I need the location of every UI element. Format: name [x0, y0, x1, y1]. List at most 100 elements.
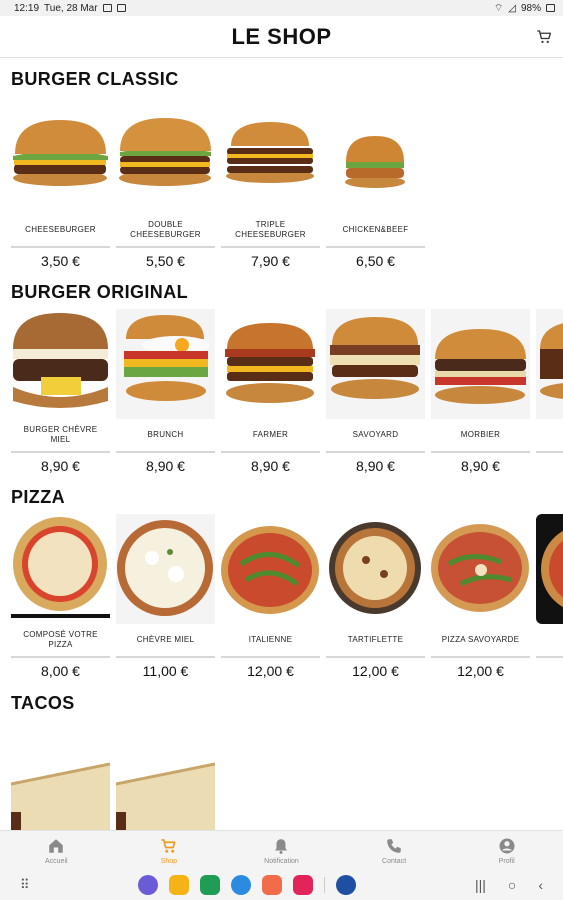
product-row[interactable]: BURGER CHÈVRE MIEL 8,90 € BRUNCH 8,90 € …	[11, 309, 563, 474]
nav-label: Notification	[264, 857, 299, 865]
product-card-double-cheeseburger[interactable]: DOUBLE CHEESEBURGER 5,50 €	[116, 104, 215, 269]
product-name: SAVOYARD	[352, 430, 399, 439]
product-card-triple-cheeseburger[interactable]: TRIPLE CHEESEBURGER 7,90 €	[221, 104, 320, 269]
folder-app-icon[interactable]	[168, 875, 189, 895]
cart-icon[interactable]	[535, 28, 553, 46]
product-image	[116, 309, 215, 419]
gallery-icon	[102, 4, 112, 12]
product-name: TARTIFLETTE	[347, 635, 404, 644]
status-time: 12:19	[14, 2, 40, 14]
product-image	[536, 309, 563, 419]
divider	[326, 451, 425, 453]
product-image	[326, 104, 425, 214]
product-price: 8,90 €	[251, 458, 290, 474]
product-image	[11, 309, 110, 419]
divider	[221, 656, 320, 658]
product-price: 12,00 €	[352, 663, 399, 679]
cart-icon	[161, 838, 176, 853]
user-icon	[499, 838, 515, 853]
product-card-farmer[interactable]: FARMER 8,90 €	[221, 309, 320, 474]
product-price: 8,90 €	[41, 458, 80, 474]
product-name: PIZZA SAVOYARDE	[441, 635, 520, 644]
system-navigation: ||| ○ ‹	[475, 877, 543, 893]
divider	[116, 451, 215, 453]
product-card-chicken-beef[interactable]: CHICKEN&BEEF 6,50 €	[326, 104, 425, 269]
product-image	[116, 724, 215, 830]
app-bar: LE SHOP	[0, 16, 563, 58]
section-title: BURGER ORIGINAL	[11, 282, 188, 302]
product-name: CHEESEBURGER	[25, 225, 96, 234]
product-card-tartiflette[interactable]: TARTIFLETTE 12,00 €	[326, 514, 425, 679]
product-card-tacos[interactable]	[116, 724, 215, 830]
recents-icon[interactable]: |||	[475, 877, 486, 893]
product-row[interactable]	[11, 724, 563, 830]
product-image	[11, 514, 110, 624]
product-name: MORBIER	[460, 430, 501, 439]
product-image	[221, 104, 320, 214]
system-bar: ⠿ ||| ○ ‹	[0, 870, 563, 900]
home-button-icon[interactable]: ○	[508, 877, 516, 893]
contacts-app-icon[interactable]	[261, 875, 282, 895]
divider	[11, 246, 110, 248]
nav-shop[interactable]: Shop	[119, 831, 219, 870]
section-burger-original: BURGER ORIGINAL BURGER CHÈVRE MIEL 8,90 …	[0, 282, 563, 474]
divider	[431, 656, 530, 658]
product-price: 6,50 €	[356, 253, 395, 269]
phone-icon	[387, 838, 401, 853]
product-price: 11,00 €	[142, 663, 189, 679]
product-card-burger-chevre-miel[interactable]: BURGER CHÈVRE MIEL 8,90 €	[11, 309, 110, 474]
product-row[interactable]: COMPOSÉ VOTRE PIZZA 8,00 € CHÈVRE MIEL 1…	[11, 514, 563, 679]
shop-content[interactable]: BURGER CLASSIC CHEESEBURGER 3,50 € DOUBL…	[0, 58, 563, 830]
back-icon[interactable]: ‹	[538, 877, 543, 893]
section-pizza: PIZZA COMPOSÉ VOTRE PIZZA 8,00 € CHÈVRE …	[0, 487, 563, 679]
nav-contact[interactable]: Contact	[344, 831, 444, 870]
product-price: 8,00 €	[41, 663, 80, 679]
product-image	[116, 104, 215, 214]
section-burger-classic: BURGER CLASSIC CHEESEBURGER 3,50 € DOUBL…	[0, 69, 563, 269]
product-name: BRUNCH	[147, 430, 184, 439]
chat-app-icon[interactable]	[230, 875, 251, 895]
video-app-icon[interactable]	[292, 875, 313, 895]
product-card-partial[interactable]	[536, 514, 563, 679]
product-image	[221, 309, 320, 419]
product-card-pizza-savoyarde[interactable]: PIZZA SAVOYARDE 12,00 €	[431, 514, 530, 679]
product-row[interactable]: CHEESEBURGER 3,50 € DOUBLE CHEESEBURGER …	[11, 104, 563, 269]
nav-notification[interactable]: Notification	[231, 831, 331, 870]
nav-label: Profil	[498, 857, 515, 865]
product-card-partial[interactable]	[536, 309, 563, 474]
battery-percent: 98%	[520, 2, 541, 14]
product-price: 12,00 €	[247, 663, 294, 679]
nav-label: Shop	[160, 857, 178, 865]
product-name: DOUBLE CHEESEBURGER	[130, 220, 201, 239]
nav-accueil[interactable]: Accueil	[6, 831, 106, 870]
divider	[536, 451, 563, 453]
product-image	[431, 309, 530, 419]
nav-profil[interactable]: Profil	[457, 831, 557, 870]
divider	[221, 451, 320, 453]
green-app-icon[interactable]	[199, 875, 220, 895]
divider	[326, 656, 425, 658]
settings-app-icon[interactable]	[335, 875, 356, 895]
product-image	[221, 514, 320, 624]
notification-app-icon	[116, 4, 126, 12]
product-image	[326, 309, 425, 419]
product-price: 8,90 €	[146, 458, 185, 474]
product-card-tacos[interactable]	[11, 724, 110, 830]
product-name: COMPOSÉ VOTRE PIZZA	[23, 630, 98, 649]
product-card-cheeseburger[interactable]: CHEESEBURGER 3,50 €	[11, 104, 110, 269]
divider	[221, 246, 320, 248]
product-price: 12,00 €	[457, 663, 504, 679]
product-name: FARMER	[252, 430, 289, 439]
product-card-savoyard[interactable]: SAVOYARD 8,90 €	[326, 309, 425, 474]
divider	[11, 451, 110, 453]
messenger-app-icon[interactable]	[137, 875, 158, 895]
product-card-compose-votre-pizza[interactable]: COMPOSÉ VOTRE PIZZA 8,00 €	[11, 514, 110, 679]
product-card-brunch[interactable]: BRUNCH 8,90 €	[116, 309, 215, 474]
product-card-chevre-miel-pizza[interactable]: CHÈVRE MIEL 11,00 €	[116, 514, 215, 679]
product-card-morbier[interactable]: MORBIER 8,90 €	[431, 309, 530, 474]
product-price: 7,90 €	[251, 253, 290, 269]
product-price: 8,90 €	[461, 458, 500, 474]
signal-icon: ◿	[508, 2, 516, 14]
apps-grid-icon[interactable]: ⠿	[20, 877, 30, 893]
product-card-italienne[interactable]: ITALIENNE 12,00 €	[221, 514, 320, 679]
